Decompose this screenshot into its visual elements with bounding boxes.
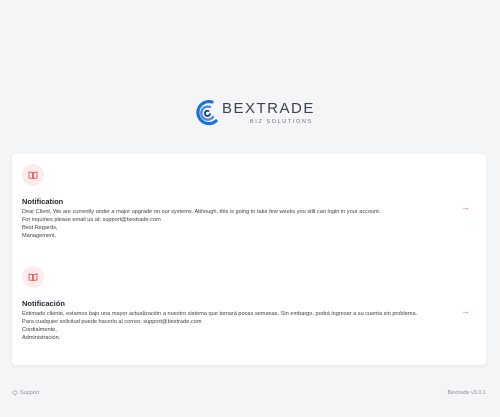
notice-line: Cordialmente, xyxy=(22,327,57,333)
heart-icon xyxy=(12,390,18,396)
support-label: Support xyxy=(20,390,40,396)
brand-subtitle: BIZ SOLUTIONS xyxy=(250,119,313,125)
version-label: Bextrade v3.0.1 xyxy=(447,390,486,396)
notifications-card: Notification Dear Client, We are current… xyxy=(12,154,486,365)
bextrade-logo-icon xyxy=(196,99,218,126)
notice-icon-wrapper xyxy=(22,266,44,288)
brand-name: BEXTRADE xyxy=(222,100,315,117)
notice-line: Administración. xyxy=(22,335,61,341)
notice-body: Dear Client, We are currently under a ma… xyxy=(22,208,476,240)
notice-line: For inquiries please email us at: suppor… xyxy=(22,217,161,223)
arrow-right-icon[interactable]: → xyxy=(461,306,470,316)
notice-icon-wrapper xyxy=(22,164,44,186)
book-icon xyxy=(28,273,38,282)
notification-english[interactable]: Notification Dear Client, We are current… xyxy=(22,164,476,240)
arrow-right-icon[interactable]: → xyxy=(461,202,470,212)
notice-title: Notification xyxy=(22,197,64,206)
notice-line: Dear Client, We are currently under a ma… xyxy=(22,209,381,215)
support-link[interactable]: Support xyxy=(12,390,39,396)
notice-title: Notificación xyxy=(22,299,65,308)
notice-body: Estimado cliente, estamos bajo una mayor… xyxy=(22,310,476,342)
notice-line: Best Regards, xyxy=(22,225,58,231)
notice-line: Estimado cliente, estamos bajo una mayor… xyxy=(22,311,418,317)
notice-line: Para cualquier solicitud puede hacerlo a… xyxy=(22,319,202,325)
brand-logo: BEXTRADE BIZ SOLUTIONS xyxy=(196,99,315,127)
notice-line: Management. xyxy=(22,233,57,239)
book-icon xyxy=(28,171,38,180)
notification-spanish[interactable]: Notificación Estimado cliente, estamos b… xyxy=(22,266,476,342)
